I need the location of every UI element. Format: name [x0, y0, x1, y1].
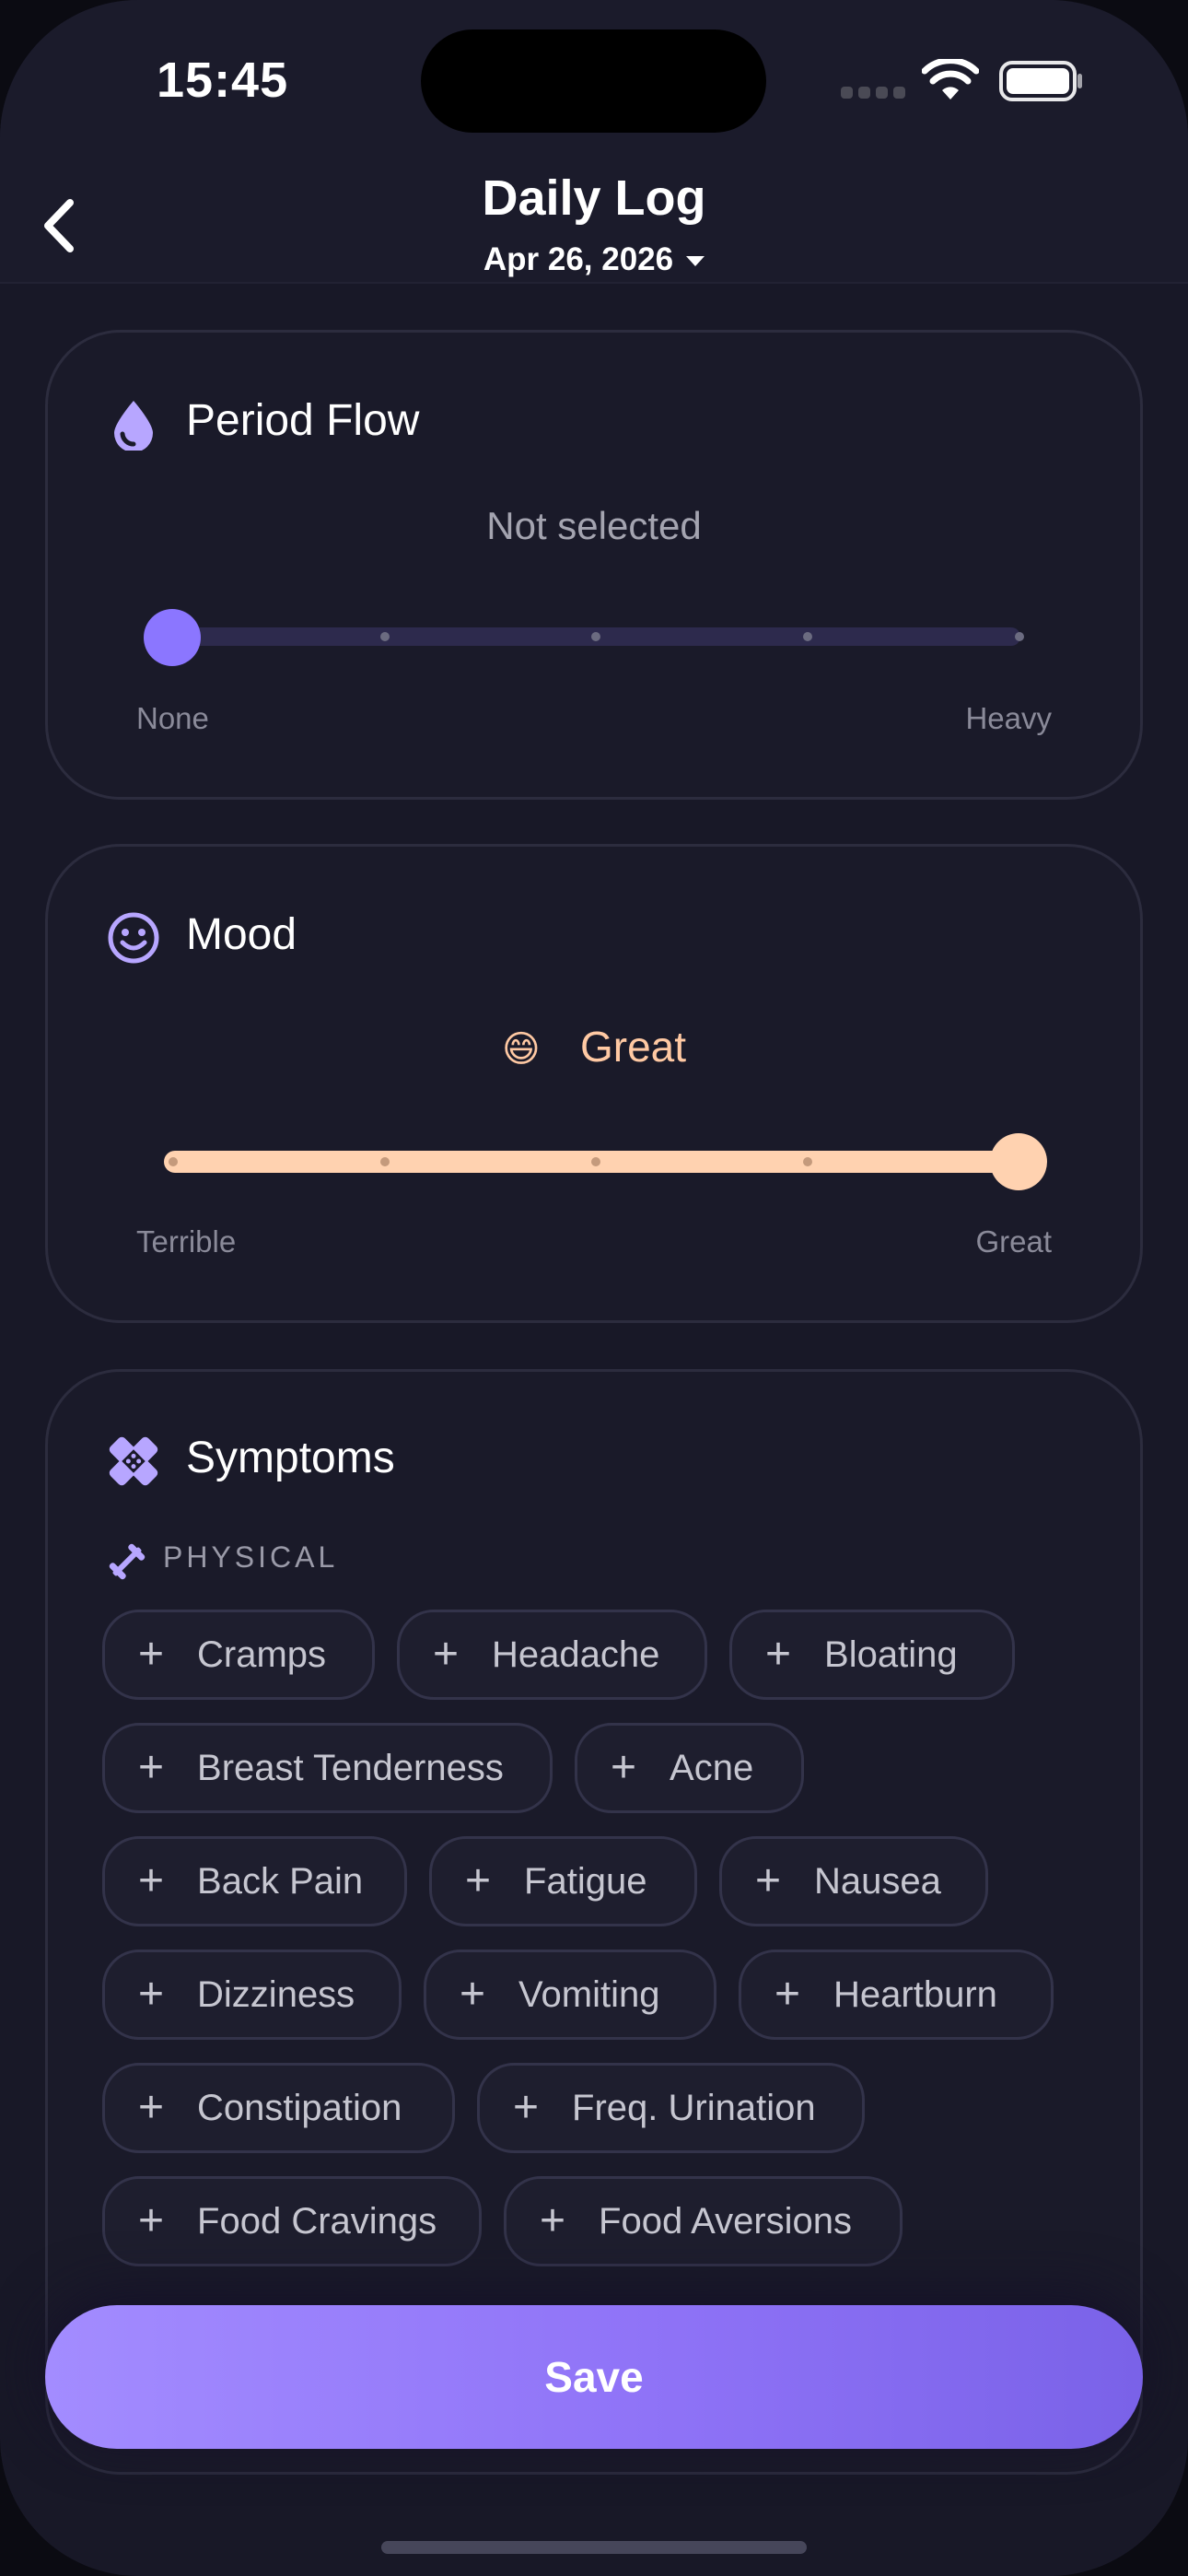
slider-tick	[380, 1157, 390, 1166]
symptom-chip-heartburn[interactable]: + Heartburn	[739, 1950, 1054, 2040]
chip-label: Acne	[670, 1747, 754, 1788]
mood-max-label: Great	[975, 1224, 1052, 1259]
wifi-icon	[922, 59, 979, 100]
symptoms-title: Symptoms	[186, 1434, 395, 1482]
period-flow-min-label: None	[136, 701, 209, 735]
chip-label: Breast Tenderness	[197, 1747, 504, 1788]
symptom-chip-bloating[interactable]: + Bloating	[729, 1610, 1015, 1700]
chip-label: Food Cravings	[197, 2200, 437, 2242]
cellular-signal-icon	[841, 87, 905, 100]
plus-icon: +	[138, 2196, 165, 2245]
chip-label: Nausea	[814, 1860, 941, 1902]
smiley-icon	[108, 912, 159, 964]
symptom-chip-cramps[interactable]: + Cramps	[102, 1610, 375, 1700]
chip-label: Constipation	[197, 2087, 402, 2128]
page-title: Daily Log	[482, 170, 706, 226]
symptom-chip-fatigue[interactable]: + Fatigue	[429, 1836, 697, 1926]
symptom-chip-freq-urination[interactable]: + Freq. Urination	[477, 2063, 865, 2153]
mood-slider-thumb[interactable]	[990, 1133, 1047, 1190]
mood-value-label: Great	[580, 1023, 687, 1071]
chip-label: Back Pain	[197, 1860, 364, 1902]
plus-icon: +	[755, 1856, 782, 1905]
symptom-chip-food-cravings[interactable]: + Food Cravings	[102, 2176, 482, 2266]
mood-value: 😄 Great	[48, 1022, 1140, 1071]
slider-tick	[591, 1157, 600, 1166]
plus-icon: +	[513, 2083, 540, 2132]
chip-label: Heartburn	[833, 1973, 997, 2015]
caret-down-icon	[686, 256, 705, 267]
symptom-chip-vomiting[interactable]: + Vomiting	[424, 1950, 716, 2040]
mood-title: Mood	[186, 910, 297, 959]
dynamic-island	[421, 29, 766, 133]
chip-label: Cramps	[197, 1633, 327, 1675]
chip-label: Vomiting	[518, 1973, 660, 2015]
period-flow-max-label: Heavy	[965, 701, 1052, 735]
plus-icon: +	[775, 1970, 801, 2019]
home-indicator	[381, 2541, 807, 2554]
battery-icon	[999, 61, 1082, 101]
chip-label: Fatigue	[524, 1860, 647, 1902]
plus-icon: +	[540, 2196, 566, 2245]
date-label: Apr 26, 2026	[483, 241, 674, 277]
symptom-chip-back-pain[interactable]: + Back Pain	[102, 1836, 407, 1926]
plus-icon: +	[611, 1743, 637, 1792]
symptom-chip-food-aversions[interactable]: + Food Aversions	[504, 2176, 903, 2266]
plus-icon: +	[433, 1630, 460, 1679]
slider-tick	[169, 1157, 178, 1166]
chip-label: Headache	[492, 1633, 660, 1675]
date-picker[interactable]: Apr 26, 2026	[0, 241, 1188, 278]
mood-emoji: 😄	[501, 1029, 541, 1070]
symptom-chip-acne[interactable]: + Acne	[575, 1723, 804, 1813]
symptom-chip-breast-tenderness[interactable]: + Breast Tenderness	[102, 1723, 553, 1813]
bandage-icon	[109, 1436, 158, 1486]
drop-icon	[114, 401, 153, 451]
chip-label: Dizziness	[197, 1973, 355, 2015]
plus-icon: +	[465, 1856, 492, 1905]
slider-tick	[803, 1157, 812, 1166]
slider-tick	[591, 632, 600, 641]
chip-label: Bloating	[824, 1633, 958, 1675]
plus-icon: +	[138, 1743, 165, 1792]
period-flow-title: Period Flow	[186, 396, 420, 445]
mood-min-label: Terrible	[136, 1224, 237, 1259]
slider-tick	[803, 632, 812, 641]
plus-icon: +	[138, 1970, 165, 2019]
symptom-chip-headache[interactable]: + Headache	[397, 1610, 707, 1700]
symptom-chip-dizziness[interactable]: + Dizziness	[102, 1950, 402, 2040]
save-button[interactable]: Save	[45, 2305, 1143, 2449]
plus-icon: +	[460, 1970, 486, 2019]
plus-icon: +	[138, 1856, 165, 1905]
plus-icon: +	[138, 1630, 165, 1679]
period-flow-card: Period Flow Not selected None Heavy	[45, 330, 1143, 800]
chip-label: Food Aversions	[599, 2200, 853, 2242]
plus-icon: +	[138, 2083, 165, 2132]
dumbbell-icon	[109, 1543, 146, 1580]
status-time: 15:45	[157, 53, 289, 108]
slider-tick	[1015, 632, 1024, 641]
symptom-chip-nausea[interactable]: + Nausea	[719, 1836, 988, 1926]
period-flow-slider-thumb[interactable]	[144, 609, 201, 666]
slider-tick	[380, 632, 390, 641]
period-flow-value: Not selected	[486, 504, 702, 547]
plus-icon: +	[765, 1630, 792, 1679]
phone-screen: 15:45 Daily Log Apr 26, 2026 Period Flow…	[0, 0, 1188, 2576]
symptom-chip-constipation[interactable]: + Constipation	[102, 2063, 455, 2153]
chip-label: Freq. Urination	[572, 2087, 816, 2128]
physical-section-label: PHYSICAL	[163, 1540, 339, 1574]
mood-card: Mood 😄 Great Terrible Great	[45, 844, 1143, 1323]
